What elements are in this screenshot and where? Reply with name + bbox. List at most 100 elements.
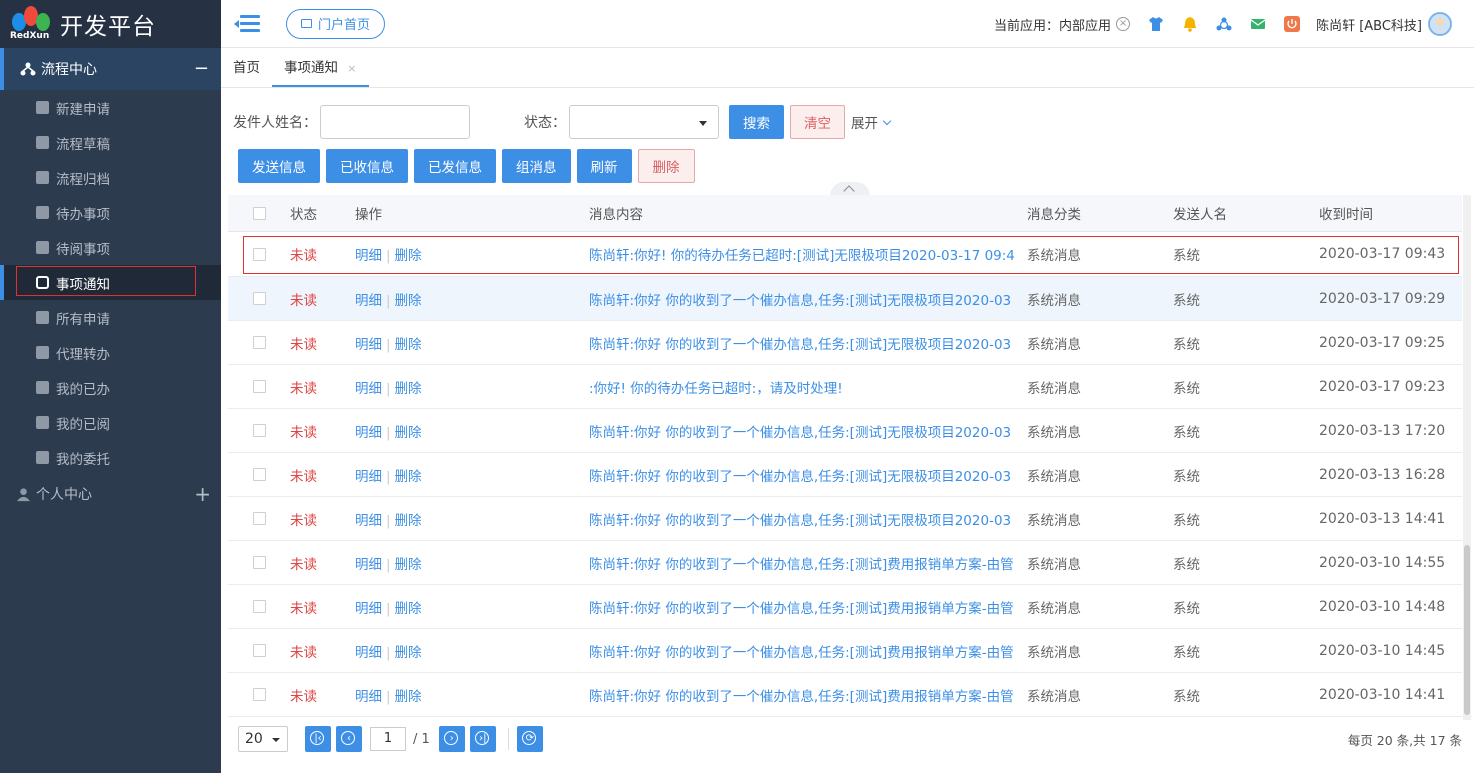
select-all-checkbox[interactable] [253, 206, 266, 220]
sidebar-item-to-read[interactable]: 待阅事项 [0, 230, 221, 265]
clear-button[interactable]: 清空 [790, 105, 845, 139]
delete-link[interactable]: 删除 [395, 513, 422, 529]
detail-link[interactable]: 明细 [355, 469, 382, 485]
menu-section-process-center[interactable]: 流程中心 − [0, 48, 221, 90]
delete-link[interactable]: 删除 [395, 689, 422, 705]
bell-icon[interactable] [1182, 16, 1198, 32]
row-checkbox[interactable] [253, 688, 266, 701]
row-checkbox[interactable] [253, 424, 266, 437]
menu-section-personal-center[interactable]: 个人中心 + [0, 475, 221, 513]
row-checkbox[interactable] [253, 336, 266, 349]
row-content-link[interactable]: 陈尚轩:你好 你的收到了一个催办信息,任务:[测试]无限极项目2020-03 [589, 509, 1027, 529]
scrollbar-thumb[interactable] [1464, 545, 1470, 715]
detail-link[interactable]: 明细 [355, 425, 382, 441]
detail-link[interactable]: 明细 [355, 381, 382, 397]
portal-home-button[interactable]: 门户首页 [286, 8, 386, 39]
sidebar-item-new-request[interactable]: 新建申请 [0, 90, 221, 125]
row-checkbox[interactable] [253, 644, 266, 657]
table-row[interactable]: 未读 明细 | 删除:你好! 你的待办任务已超时:，请及时处理! 系统消息 系统 2020-… [228, 365, 1462, 409]
delete-link[interactable]: 删除 [395, 293, 422, 309]
sidebar-item-archive[interactable]: 流程归档 [0, 160, 221, 195]
table-row[interactable]: 未读 明细 | 删除 陈尚轩:你好 你的收到了一个催办信息,任务:[测试]无限极项目20… [228, 321, 1462, 365]
expand-toggle[interactable]: 展开 [851, 112, 892, 132]
header-status[interactable]: 状态 [290, 203, 355, 223]
page-number-input[interactable]: 1 [370, 727, 406, 751]
clear-app-icon[interactable]: × [1116, 17, 1131, 31]
row-content-link[interactable]: 陈尚轩:你好 你的收到了一个催办信息,任务:[测试]费用报销单方案-由管 [589, 685, 1027, 705]
table-row[interactable]: 未读 明细 | 删除 陈尚轩:你好! 你的待办任务已超时:[测试]无限极项目2020-0… [228, 232, 1462, 277]
detail-link[interactable]: 明细 [355, 557, 382, 573]
detail-link[interactable]: 明细 [355, 689, 382, 705]
received-messages-button[interactable]: 已收信息 [326, 149, 408, 183]
row-checkbox[interactable] [253, 468, 266, 481]
next-page-button[interactable]: › [438, 726, 465, 752]
detail-link[interactable]: 明细 [355, 337, 382, 353]
header-category[interactable]: 消息分类 [1027, 203, 1173, 223]
row-content-link[interactable]: 陈尚轩:你好 你的收到了一个催办信息,任务:[测试]无限极项目2020-03 [589, 333, 1027, 353]
table-row[interactable]: 未读 明细 | 删除 陈尚轩:你好 你的收到了一个催办信息,任务:[测试]费用报销单方案… [228, 673, 1462, 717]
search-button[interactable]: 搜索 [729, 105, 784, 139]
table-row[interactable]: 未读 明细 | 删除 陈尚轩:你好 你的收到了一个催办信息,任务:[测试]无限极项目20… [228, 409, 1462, 453]
table-row[interactable]: 未读 明细 | 删除 陈尚轩:你好 你的收到了一个催办信息,任务:[测试]费用报销单方案… [228, 541, 1462, 585]
delete-link[interactable]: 删除 [395, 248, 422, 264]
sidebar-item-todo[interactable]: 待办事项 [0, 195, 221, 230]
sender-name-input[interactable] [320, 105, 470, 139]
delete-link[interactable]: 删除 [395, 425, 422, 441]
sidebar-item-my-read[interactable]: 我的已阅 [0, 405, 221, 440]
table-row[interactable]: 未读 明细 | 删除 陈尚轩:你好 你的收到了一个催办信息,任务:[测试]费用报销单方案… [228, 585, 1462, 629]
table-scrollbar[interactable] [1463, 195, 1471, 720]
menu-toggle-icon[interactable] [234, 14, 260, 33]
sidebar-item-all-requests[interactable]: 所有申请 [0, 300, 221, 335]
row-content-link[interactable]: :你好! 你的待办任务已超时:，请及时处理! [589, 377, 1027, 397]
sent-messages-button[interactable]: 已发信息 [414, 149, 496, 183]
close-icon[interactable]: × [347, 62, 356, 75]
detail-link[interactable]: 明细 [355, 248, 382, 264]
avatar[interactable] [1428, 12, 1452, 36]
refresh-button[interactable]: 刷新 [576, 149, 632, 183]
row-content-link[interactable]: 陈尚轩:你好 你的收到了一个催办信息,任务:[测试]无限极项目2020-03 [589, 289, 1027, 309]
tab-notifications[interactable]: 事项通知 × [272, 48, 369, 87]
power-icon[interactable] [1284, 16, 1301, 32]
sidebar-item-drafts[interactable]: 流程草稿 [0, 125, 221, 160]
detail-link[interactable]: 明细 [355, 601, 382, 617]
flow-icon[interactable] [1216, 16, 1232, 32]
delete-link[interactable]: 删除 [395, 381, 422, 397]
detail-link[interactable]: 明细 [355, 645, 382, 661]
delete-link[interactable]: 删除 [395, 557, 422, 573]
row-checkbox[interactable] [253, 380, 266, 393]
collapse-filter-handle[interactable] [830, 182, 870, 196]
table-row[interactable]: 未读 明细 | 删除 陈尚轩:你好 你的收到了一个催办信息,任务:[测试]无限极项目20… [228, 497, 1462, 541]
page-size-select[interactable]: 20 [238, 726, 288, 752]
status-select[interactable] [569, 105, 719, 139]
row-content-link[interactable]: 陈尚轩:你好 你的收到了一个催办信息,任务:[测试]无限极项目2020-03 [589, 421, 1027, 441]
tab-home[interactable]: 首页 [221, 48, 272, 87]
row-content-link[interactable]: 陈尚轩:你好 你的收到了一个催办信息,任务:[测试]费用报销单方案-由管 [589, 641, 1027, 661]
row-checkbox[interactable] [253, 247, 266, 261]
row-content-link[interactable]: 陈尚轩:你好! 你的待办任务已超时:[测试]无限极项目2020-03-17 09… [589, 244, 1027, 264]
delete-link[interactable]: 删除 [395, 601, 422, 617]
row-checkbox[interactable] [253, 292, 266, 305]
first-page-button[interactable]: |‹ [305, 726, 331, 752]
collapse-icon[interactable]: − [194, 58, 209, 79]
expand-icon[interactable]: + [194, 482, 211, 506]
detail-link[interactable]: 明细 [355, 293, 382, 309]
row-checkbox[interactable] [253, 512, 266, 525]
send-message-button[interactable]: 发送信息 [238, 149, 320, 183]
user-name[interactable]: 陈尚轩 [ABC科技] [1316, 15, 1422, 34]
table-row[interactable]: 未读 明细 | 删除 陈尚轩:你好 你的收到了一个催办信息,任务:[测试]无限极项目20… [228, 453, 1462, 497]
delete-link[interactable]: 删除 [395, 469, 422, 485]
sidebar-item-my-done[interactable]: 我的已办 [0, 370, 221, 405]
table-row[interactable]: 未读 明细 | 删除 陈尚轩:你好 你的收到了一个催办信息,任务:[测试]费用报销单方案… [228, 629, 1462, 673]
row-checkbox[interactable] [253, 556, 266, 569]
delete-link[interactable]: 删除 [395, 645, 422, 661]
row-content-link[interactable]: 陈尚轩:你好 你的收到了一个催办信息,任务:[测试]费用报销单方案-由管 [589, 553, 1027, 573]
header-sender[interactable]: 发送人名 [1173, 203, 1319, 223]
sidebar-item-notifications[interactable]: 事项通知 [0, 265, 221, 300]
shirt-icon[interactable] [1148, 16, 1164, 32]
refresh-page-icon[interactable]: ⟳ [516, 726, 543, 752]
prev-page-button[interactable]: ‹ [336, 726, 362, 752]
header-content[interactable]: 消息内容 [589, 203, 1027, 223]
sidebar-item-delegate-transfer[interactable]: 代理转办 [0, 335, 221, 370]
table-row[interactable]: 未读 明细 | 删除 陈尚轩:你好 你的收到了一个催办信息,任务:[测试]无限极项目20… [228, 277, 1462, 321]
row-content-link[interactable]: 陈尚轩:你好 你的收到了一个催办信息,任务:[测试]费用报销单方案-由管 [589, 597, 1027, 617]
